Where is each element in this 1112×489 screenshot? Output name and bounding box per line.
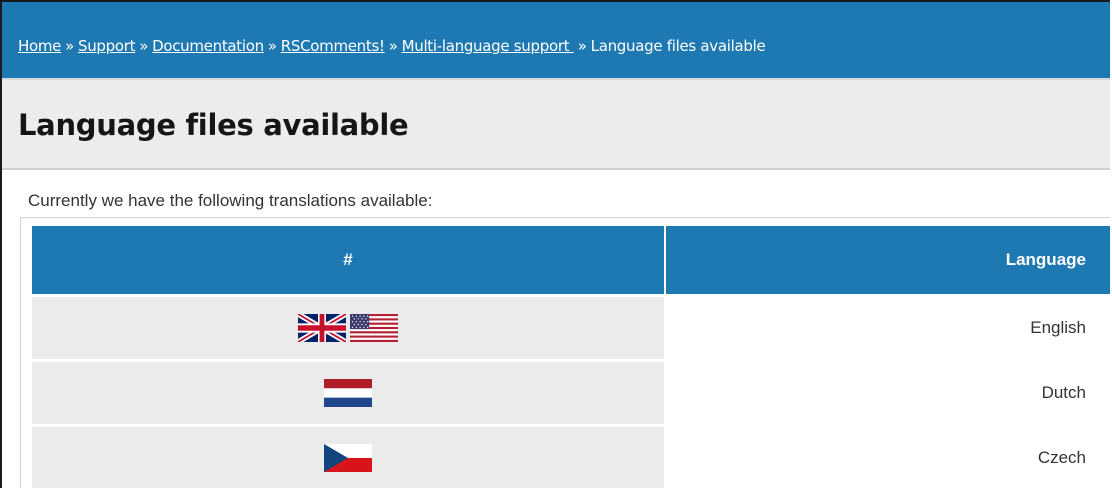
breadcrumb-link-documentation[interactable]: Documentation [152, 37, 264, 55]
uk-flag-icon [298, 314, 346, 342]
netherlands-flag-icon [324, 379, 372, 407]
flag-cell [32, 362, 664, 424]
us-flag-icon [350, 314, 398, 342]
table-row: Dutch [32, 362, 1110, 424]
breadcrumb: Home» Support» Documentation» RSComments!» M… [2, 2, 1110, 78]
breadcrumb-link-home[interactable]: Home [18, 37, 61, 55]
breadcrumb-link-multi-language-support[interactable]: Multi-language support [402, 37, 574, 55]
language-cell: English [666, 297, 1110, 359]
title-band: Language files available [2, 78, 1110, 170]
czech-flag-icon [324, 444, 372, 472]
language-cell: Dutch [666, 362, 1110, 424]
breadcrumb-separator: » [65, 37, 74, 55]
flag-group [298, 314, 398, 342]
table-container: # Language English Dutch Czech [20, 217, 1110, 488]
flag-cell [32, 427, 664, 488]
breadcrumb-separator: » [577, 37, 587, 55]
table-row: English [32, 297, 1110, 359]
breadcrumb-link-support[interactable]: Support [78, 37, 136, 55]
page-frame: Home» Support» Documentation» RSComments!» M… [0, 0, 1110, 488]
column-header-number[interactable]: # [32, 226, 664, 294]
breadcrumb-separator: » [267, 37, 277, 55]
breadcrumb-separator: » [139, 37, 149, 55]
column-header-language[interactable]: Language [666, 226, 1110, 294]
intro-text: Currently we have the following translat… [28, 191, 433, 210]
page-title: Language files available [18, 108, 409, 142]
breadcrumb-current: Language files available [590, 37, 766, 55]
breadcrumb-separator: » [388, 37, 398, 55]
flag-cell [32, 297, 664, 359]
language-cell: Czech [666, 427, 1110, 488]
table-row: Czech [32, 427, 1110, 488]
breadcrumb-link-rscomments[interactable]: RSComments! [281, 37, 385, 55]
languages-table: # Language English Dutch Czech [30, 223, 1110, 488]
table-header-row: # Language [32, 226, 1110, 294]
